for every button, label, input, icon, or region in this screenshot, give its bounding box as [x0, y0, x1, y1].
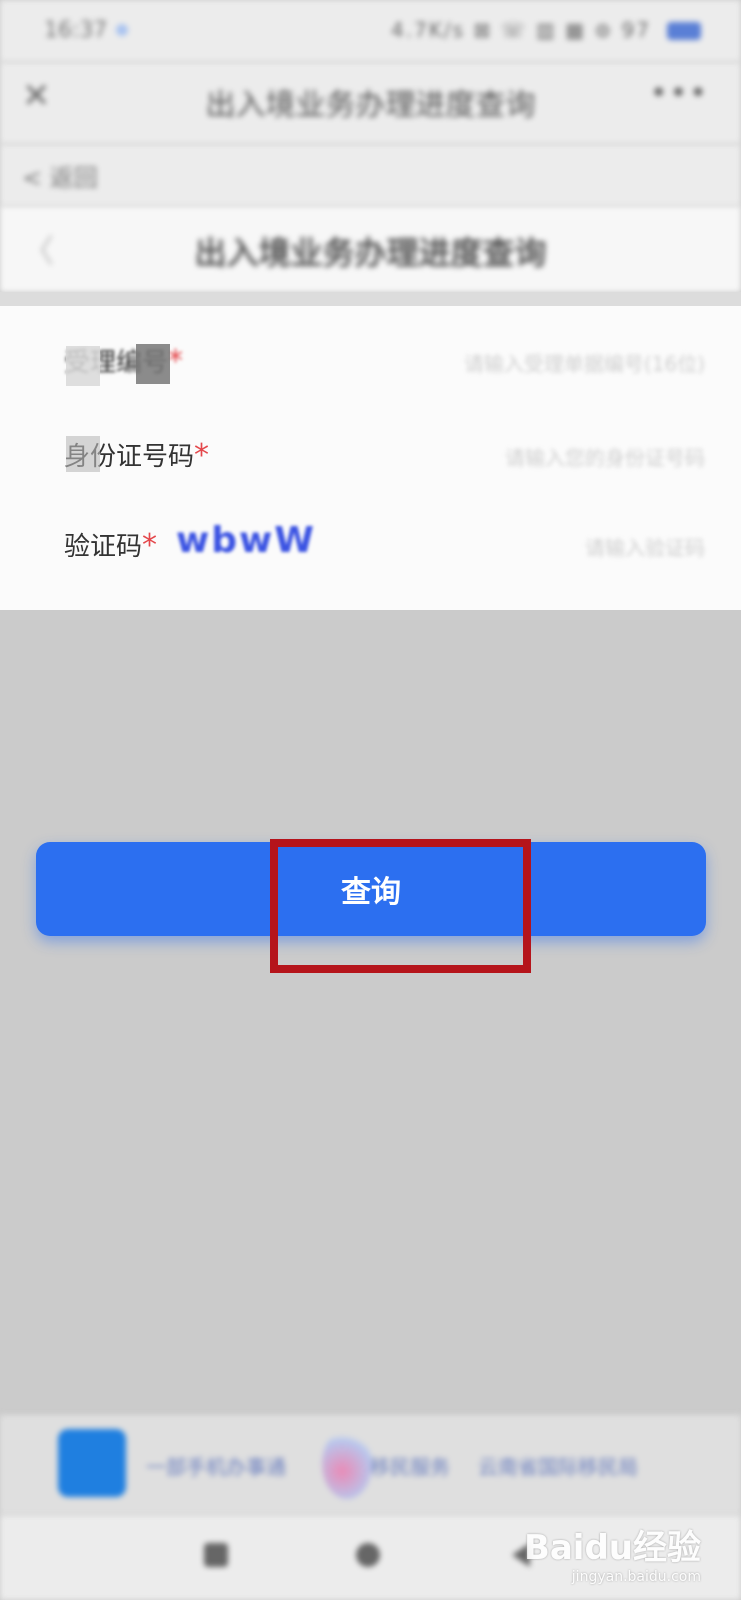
privacy-mask [66, 436, 100, 472]
privacy-mask [66, 346, 100, 386]
recent-apps-icon[interactable] [204, 1543, 228, 1567]
footer-links: 一部手机办事通 移民服务 云南省国际移民局 [0, 1415, 741, 1515]
watermark-sub: jingyan.baidu.com [571, 1569, 701, 1585]
footer-link-2[interactable]: 移民服务 [370, 1451, 450, 1480]
highlight-annotation [270, 839, 531, 973]
divider [0, 292, 741, 306]
back-link[interactable]: < 返回 [22, 158, 98, 193]
status-icons: 4.7K/s ⊠ ☏ ▥ ▦ ⊚ 97 [391, 18, 651, 42]
query-form: 受理编号* 请输入受理单据编号(16位) 身份证号码* 请输入您的身份证号码 验… [0, 306, 741, 610]
footer-link-1[interactable]: 一部手机办事通 [146, 1451, 286, 1480]
notification-dot-icon [116, 24, 128, 36]
field-row-id-number[interactable]: 身份证号码* 请输入您的身份证号码 [0, 410, 741, 500]
wechat-title-bar: ✕ 出入境业务办理进度查询 ••• [0, 62, 741, 144]
home-icon[interactable] [356, 1543, 380, 1567]
id-number-input[interactable]: 请输入您的身份证号码 [505, 442, 705, 471]
privacy-mask [136, 344, 170, 384]
required-mark: * [142, 528, 158, 563]
required-mark: * [168, 344, 184, 379]
field-label: 验证码* [64, 526, 157, 563]
status-time: 16:37 [44, 18, 108, 43]
field-row-captcha[interactable]: 验证码* wbwW 请输入验证码 [0, 500, 741, 590]
acceptance-number-input[interactable]: 请输入受理单据编号(16位) [464, 348, 705, 377]
page-header: 〈 出入境业务办理进度查询 [0, 206, 741, 292]
wechat-title: 出入境业务办理进度查询 [205, 88, 536, 123]
battery-icon [667, 22, 701, 40]
page-title: 出入境业务办理进度查询 [194, 234, 547, 272]
immigration-logo-icon[interactable] [322, 1429, 372, 1499]
field-row-acceptance-number[interactable]: 受理编号* 请输入受理单据编号(16位) [0, 316, 741, 406]
watermark-text: Baidu经验 [523, 1528, 701, 1568]
app-logo-icon[interactable] [58, 1429, 126, 1497]
status-bar: 16:37 4.7K/s ⊠ ☏ ▥ ▦ ⊚ 97 [0, 0, 741, 62]
watermark: Baidu经验 jingyan.baidu.com [524, 1520, 701, 1585]
required-mark: * [194, 438, 210, 473]
field-label-text: 验证码 [64, 532, 143, 562]
more-icon[interactable]: ••• [650, 76, 709, 111]
footer-link-3[interactable]: 云南省国际移民局 [478, 1451, 638, 1480]
back-row: < 返回 [0, 144, 741, 206]
captcha-image[interactable]: wbwW [176, 520, 316, 561]
captcha-input[interactable]: 请输入验证码 [585, 532, 705, 561]
